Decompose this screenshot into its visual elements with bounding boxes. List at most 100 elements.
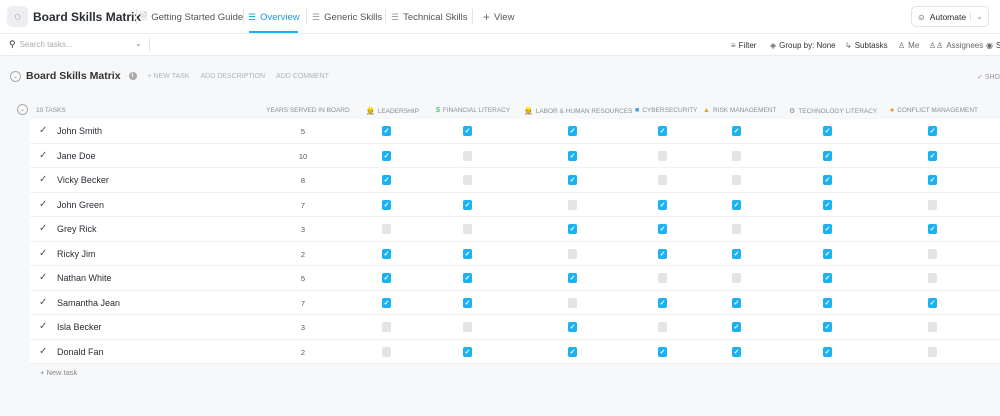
check-icon[interactable]: ✓: [39, 321, 47, 332]
check-icon[interactable]: ✓: [39, 346, 47, 357]
skill-checkbox[interactable]: [928, 273, 937, 283]
tab-generic-skills[interactable]: ☰ Generic Skills: [312, 11, 382, 23]
skill-checkbox[interactable]: ✓: [823, 199, 832, 210]
group-by-button[interactable]: ◈ Group by: None: [770, 41, 836, 50]
task-name[interactable]: Jane Doe: [57, 151, 96, 161]
show-closed-toggle[interactable]: ✓ SHO: [977, 73, 1000, 81]
skill-checkbox[interactable]: ✓: [658, 224, 667, 234]
column-header-years[interactable]: YEARS SERVED IN BOARD: [266, 107, 350, 114]
skill-checkbox[interactable]: ✓: [568, 175, 577, 185]
years-served[interactable]: 8: [293, 176, 313, 185]
column-header-skill[interactable]: ⚙ TECHNOLOGY LITERACY: [789, 107, 877, 116]
check-icon[interactable]: ✓: [39, 223, 47, 234]
check-icon[interactable]: ✓: [39, 174, 47, 185]
skill-checkbox[interactable]: [382, 346, 391, 357]
skill-checkbox[interactable]: [928, 322, 937, 332]
skill-checkbox[interactable]: ✓: [823, 150, 832, 161]
skill-checkbox[interactable]: ✓: [928, 150, 937, 161]
add-view-button[interactable]: + View: [483, 10, 514, 24]
skill-checkbox[interactable]: ✓: [382, 175, 391, 185]
search-input[interactable]: ⚲ Search tasks...: [9, 39, 73, 50]
skill-checkbox[interactable]: [658, 273, 667, 283]
check-icon[interactable]: ✓: [39, 125, 47, 136]
new-task-button[interactable]: + NEW TASK: [148, 73, 190, 80]
skill-checkbox[interactable]: ✓: [568, 322, 577, 332]
table-row[interactable]: ✓ Nathan White 5 ✓ ✓ ✓ ✓: [30, 266, 1000, 291]
show-button[interactable]: ◉ S: [986, 41, 1000, 50]
years-served[interactable]: 10: [293, 152, 313, 161]
years-served[interactable]: 5: [293, 274, 313, 283]
table-row[interactable]: ✓ John Smith 5 ✓ ✓ ✓ ✓ ✓ ✓ ✓: [30, 119, 1000, 144]
collapse-tasks-icon[interactable]: ⌄: [17, 104, 28, 115]
skill-checkbox[interactable]: [658, 322, 667, 332]
check-icon[interactable]: ✓: [39, 150, 47, 161]
skill-checkbox[interactable]: ✓: [732, 346, 741, 357]
skill-checkbox[interactable]: ✓: [823, 273, 832, 283]
filter-button[interactable]: ≡ Filter: [731, 41, 756, 50]
info-icon[interactable]: i: [128, 72, 137, 80]
skill-checkbox[interactable]: ✓: [463, 199, 472, 210]
skill-checkbox[interactable]: ✓: [658, 126, 667, 136]
skill-checkbox[interactable]: [568, 297, 577, 308]
skill-checkbox[interactable]: ✓: [382, 248, 391, 259]
skill-checkbox[interactable]: ✓: [732, 199, 741, 210]
skill-checkbox[interactable]: ✓: [382, 126, 391, 136]
skill-checkbox[interactable]: ✓: [463, 126, 472, 136]
skill-checkbox[interactable]: [732, 175, 741, 185]
skill-checkbox[interactable]: ✓: [382, 297, 391, 308]
collapse-icon[interactable]: ⌄: [10, 70, 21, 82]
skill-checkbox[interactable]: ✓: [823, 346, 832, 357]
skill-checkbox[interactable]: ✓: [382, 273, 391, 283]
task-name[interactable]: John Green: [57, 200, 104, 210]
space-logo-icon[interactable]: ◌: [7, 6, 28, 27]
task-name[interactable]: Donald Fan: [57, 347, 104, 357]
task-name[interactable]: John Smith: [57, 126, 102, 136]
skill-checkbox[interactable]: ✓: [928, 297, 937, 308]
table-row[interactable]: ✓ Grey Rick 3 ✓ ✓ ✓ ✓: [30, 217, 1000, 242]
skill-checkbox[interactable]: [463, 224, 472, 234]
column-header-skill[interactable]: 👷 LABOR & HUMAN RESOURCES: [524, 107, 633, 116]
new-task-footer-button[interactable]: + New task: [40, 368, 77, 377]
skill-checkbox[interactable]: ✓: [568, 126, 577, 136]
skill-checkbox[interactable]: ✓: [463, 297, 472, 308]
skill-checkbox[interactable]: [658, 175, 667, 185]
task-name[interactable]: Grey Rick: [57, 224, 97, 234]
skill-checkbox[interactable]: [568, 248, 577, 259]
automate-button[interactable]: ☺ Automate ⌄: [911, 6, 989, 27]
table-row[interactable]: ✓ Vicky Becker 8 ✓ ✓ ✓ ✓: [30, 168, 1000, 193]
skill-checkbox[interactable]: ✓: [658, 199, 667, 210]
column-header-skill[interactable]: ● CONFLICT MANAGEMENT: [890, 107, 978, 114]
skill-checkbox[interactable]: ✓: [568, 273, 577, 283]
skill-checkbox[interactable]: [732, 273, 741, 283]
years-served[interactable]: 7: [293, 299, 313, 308]
skill-checkbox[interactable]: [928, 248, 937, 259]
skill-checkbox[interactable]: [382, 224, 391, 234]
table-row[interactable]: ✓ John Green 7 ✓ ✓ ✓ ✓ ✓: [30, 193, 1000, 217]
skill-checkbox[interactable]: [463, 175, 472, 185]
skill-checkbox[interactable]: ✓: [823, 297, 832, 308]
skill-checkbox[interactable]: ✓: [823, 248, 832, 259]
skill-checkbox[interactable]: [658, 150, 667, 161]
skill-checkbox[interactable]: ✓: [382, 199, 391, 210]
skill-checkbox[interactable]: [928, 346, 937, 357]
tab-getting-started-guide[interactable]: 🗎 Getting Started Guide: [140, 11, 243, 23]
skill-checkbox[interactable]: ✓: [928, 175, 937, 185]
years-served[interactable]: 3: [293, 225, 313, 234]
skill-checkbox[interactable]: [463, 150, 472, 161]
skill-checkbox[interactable]: ✓: [568, 224, 577, 234]
subtasks-button[interactable]: ↳ Subtasks: [845, 41, 888, 50]
skill-checkbox[interactable]: [463, 322, 472, 332]
skill-checkbox[interactable]: ✓: [463, 273, 472, 283]
skill-checkbox[interactable]: ✓: [732, 126, 741, 136]
check-icon[interactable]: ✓: [39, 272, 47, 283]
skill-checkbox[interactable]: ✓: [658, 346, 667, 357]
task-name[interactable]: Samantha Jean: [57, 298, 120, 308]
skill-checkbox[interactable]: ✓: [382, 150, 391, 161]
years-served[interactable]: 2: [293, 348, 313, 357]
table-row[interactable]: ✓ Isla Becker 3 ✓ ✓ ✓: [30, 315, 1000, 340]
years-served[interactable]: 7: [293, 201, 313, 210]
skill-checkbox[interactable]: [732, 150, 741, 161]
column-header-skill[interactable]: ▲ RISK MANAGEMENT: [703, 107, 777, 114]
skill-checkbox[interactable]: ✓: [658, 297, 667, 308]
skill-checkbox[interactable]: [732, 224, 741, 234]
